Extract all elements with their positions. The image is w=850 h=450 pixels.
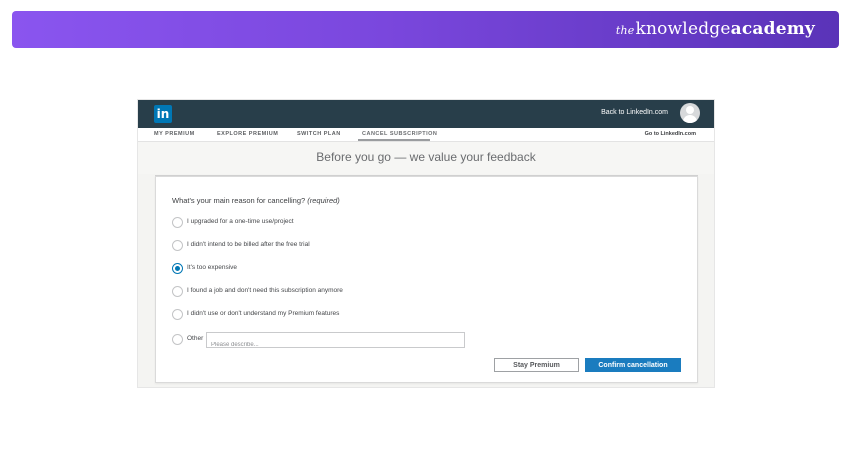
- tab-cancel-subscription[interactable]: CANCEL SUBSCRIPTION: [362, 131, 437, 137]
- option-label: I found a job and don't need this subscr…: [187, 287, 343, 294]
- option-label: Other: [187, 335, 204, 342]
- linkedin-topbar: in Back to LinkedIn.com: [138, 100, 714, 128]
- other-reason-input[interactable]: [211, 339, 458, 351]
- avatar[interactable]: [680, 103, 700, 123]
- question-label: What's your main reason for cancelling? …: [172, 196, 340, 205]
- radio-button[interactable]: [172, 334, 183, 345]
- knowledge-academy-logo: theknowledgeacademy: [616, 19, 815, 39]
- active-tab-indicator: [358, 139, 430, 141]
- page-title: Before you go — we value your feedback: [316, 150, 536, 164]
- heading-area: Before you go — we value your feedback: [138, 142, 714, 174]
- tab-explore-premium[interactable]: EXPLORE PREMIUM: [217, 131, 278, 137]
- tab-switch-plan[interactable]: SWITCH PLAN: [297, 131, 341, 137]
- radio-button[interactable]: [172, 309, 183, 320]
- confirm-cancellation-button[interactable]: Confirm cancellation: [585, 358, 681, 372]
- radio-button[interactable]: [172, 240, 183, 251]
- radio-button[interactable]: [172, 217, 183, 228]
- avatar-head-shape: [686, 106, 694, 114]
- option-label: I upgraded for a one-time use/project: [187, 218, 294, 225]
- cancellation-form: What's your main reason for cancelling? …: [155, 176, 698, 383]
- brand-bold: academy: [730, 19, 815, 39]
- brand-prefix: the: [615, 24, 635, 37]
- header-banner: theknowledgeacademy: [12, 11, 839, 48]
- required-label: (required): [307, 196, 340, 205]
- radio-button-selected[interactable]: [172, 263, 183, 274]
- option-label: I didn't intend to be billed after the f…: [187, 241, 310, 248]
- question-text: What's your main reason for cancelling?: [172, 196, 306, 205]
- go-to-linkedin-link[interactable]: Go to LinkedIn.com: [645, 131, 696, 137]
- option-label: I didn't use or don't understand my Prem…: [187, 310, 340, 317]
- tab-my-premium[interactable]: MY PREMIUM: [154, 131, 195, 137]
- back-to-linkedin-link[interactable]: Back to LinkedIn.com: [601, 109, 668, 116]
- linkedin-screenshot: in Back to LinkedIn.com MY PREMIUM EXPLO…: [137, 99, 715, 388]
- linkedin-logo[interactable]: in: [154, 105, 172, 123]
- other-reason-field[interactable]: [206, 332, 465, 351]
- premium-tabs: MY PREMIUM EXPLORE PREMIUM SWITCH PLAN C…: [138, 128, 714, 142]
- radio-button[interactable]: [172, 286, 183, 297]
- avatar-body-shape: [683, 115, 697, 123]
- stay-premium-button[interactable]: Stay Premium: [494, 358, 579, 372]
- option-label: It's too expensive: [187, 264, 238, 271]
- brand-main: knowledge: [635, 19, 731, 39]
